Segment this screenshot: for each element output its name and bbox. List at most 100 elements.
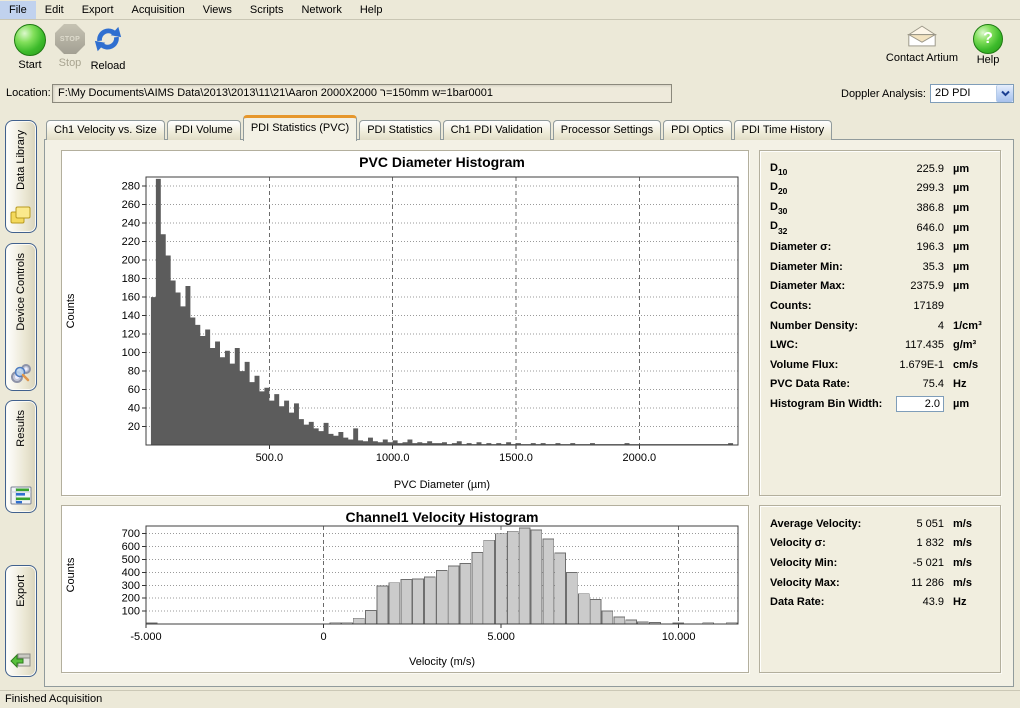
- svg-text:160: 160: [122, 292, 140, 304]
- stat-unit: cm/s: [944, 359, 990, 371]
- stat-value: 299.3: [884, 182, 944, 194]
- stat-label: LWC:: [770, 339, 884, 351]
- stat-label: D30: [770, 201, 884, 215]
- stat-unit: Hz: [944, 596, 990, 608]
- stat-label: Histogram Bin Width:: [770, 398, 896, 410]
- stat-unit: m/s: [944, 518, 990, 530]
- chevron-down-icon[interactable]: [996, 85, 1013, 102]
- stat-label: D32: [770, 220, 884, 234]
- svg-text:100: 100: [122, 347, 140, 359]
- menu-help[interactable]: Help: [351, 1, 392, 19]
- location-label: Location:: [6, 87, 51, 99]
- stat-value: 2375.9: [884, 280, 944, 292]
- stat-unit: Hz: [944, 378, 990, 390]
- tab-pdi-statistics[interactable]: PDI Statistics: [359, 120, 440, 140]
- velocity-stat-row: Average Velocity:5 051m/s: [770, 514, 990, 534]
- svg-text:Velocity (m/s): Velocity (m/s): [409, 656, 475, 668]
- svg-text:400: 400: [122, 567, 140, 579]
- stat-value: 386.8: [884, 202, 944, 214]
- stat-label: PVC Data Rate:: [770, 378, 884, 390]
- tab-processor-settings[interactable]: Processor Settings: [553, 120, 661, 140]
- menu-network[interactable]: Network: [292, 1, 350, 19]
- doppler-analysis-label: Doppler Analysis:: [841, 88, 926, 100]
- sidebar-item-export[interactable]: Export: [5, 565, 37, 677]
- stat-value: 646.0: [884, 222, 944, 234]
- svg-text:10.000: 10.000: [662, 631, 696, 643]
- svg-text:700: 700: [122, 528, 140, 540]
- svg-text:Channel1 Velocity Histogram: Channel1 Velocity Histogram: [346, 509, 539, 525]
- stat-label: Data Rate:: [770, 596, 884, 608]
- sidebar-item-device-controls[interactable]: Device Controls: [5, 243, 37, 391]
- export-icon: [9, 647, 33, 671]
- stat-unit: m/s: [944, 577, 990, 589]
- svg-text:260: 260: [122, 199, 140, 211]
- velocity-statistics-panel: Average Velocity:5 051m/sVelocity σ:1 83…: [759, 505, 1001, 673]
- diameter-stat-row: D32646.0µm: [770, 218, 990, 238]
- stat-unit: g/m³: [944, 339, 990, 351]
- stat-value: 196.3: [884, 241, 944, 253]
- svg-text:PVC Diameter Histogram: PVC Diameter Histogram: [359, 154, 525, 170]
- svg-text:60: 60: [128, 384, 140, 396]
- doppler-analysis-combobox[interactable]: 2D PDI: [930, 84, 1014, 103]
- location-field[interactable]: F:\My Documents\AIMS Data\2013\2013\11\2…: [52, 84, 672, 103]
- velocity-histogram-panel: 100200300400500600700-5.00005.00010.000C…: [61, 505, 749, 673]
- svg-text:-5.000: -5.000: [130, 631, 161, 643]
- stat-value: 1 832: [884, 537, 944, 549]
- diameter-stat-row: PVC Data Rate:75.4Hz: [770, 375, 990, 395]
- menu-acquisition[interactable]: Acquisition: [123, 1, 194, 19]
- folders-icon: [9, 203, 33, 227]
- sidebar-item-label: Data Library: [15, 130, 27, 190]
- contact-artium-button[interactable]: Contact Artium: [882, 24, 962, 64]
- svg-text:300: 300: [122, 580, 140, 592]
- doppler-analysis: Doppler Analysis: 2D PDI: [841, 84, 1014, 103]
- diameter-stat-row: D20299.3µm: [770, 179, 990, 199]
- start-label: Start: [18, 59, 41, 71]
- menu-views[interactable]: Views: [194, 1, 241, 19]
- stat-unit: µm: [944, 398, 990, 410]
- stat-unit: 1/cm³: [944, 320, 990, 332]
- stat-value: 1.679E-1: [884, 359, 944, 371]
- help-label: Help: [977, 54, 1000, 66]
- sidebar-item-label: Results: [15, 410, 27, 447]
- histogram-bin-width-input[interactable]: [896, 396, 944, 412]
- svg-text:200: 200: [122, 593, 140, 605]
- svg-text:500.0: 500.0: [256, 452, 284, 464]
- svg-text:100: 100: [122, 606, 140, 618]
- contact-artium-label: Contact Artium: [886, 52, 958, 64]
- stat-unit: µm: [944, 261, 990, 273]
- diameter-stat-row: Diameter Max:2375.9µm: [770, 277, 990, 297]
- tab-pdi-optics[interactable]: PDI Optics: [663, 120, 732, 140]
- tab-ch1-velocity-vs-size[interactable]: Ch1 Velocity vs. Size: [46, 120, 165, 140]
- svg-text:200: 200: [122, 255, 140, 267]
- menu-file[interactable]: File: [0, 1, 36, 19]
- svg-text:120: 120: [122, 329, 140, 341]
- svg-text:80: 80: [128, 366, 140, 378]
- stat-label: D10: [770, 162, 884, 176]
- stop-label: Stop: [59, 57, 82, 69]
- stat-value: 35.3: [884, 261, 944, 273]
- svg-text:220: 220: [122, 236, 140, 248]
- tab-pdi-volume[interactable]: PDI Volume: [167, 120, 241, 140]
- tab-strip: Ch1 Velocity vs. SizePDI VolumePDI Stati…: [46, 116, 832, 140]
- diameter-stat-row: Counts:17189: [770, 296, 990, 316]
- svg-text:500: 500: [122, 554, 140, 566]
- svg-text:2000.0: 2000.0: [623, 452, 657, 464]
- stat-value: 75.4: [884, 378, 944, 390]
- status-bar: Finished Acquisition: [0, 690, 1020, 708]
- help-button[interactable]: ? Help: [970, 24, 1006, 66]
- menu-scripts[interactable]: Scripts: [241, 1, 293, 19]
- velocity-histogram-chart: 100200300400500600700-5.00005.00010.000C…: [62, 506, 746, 670]
- sidebar-item-data-library[interactable]: Data Library: [5, 120, 37, 233]
- menu-edit[interactable]: Edit: [36, 1, 73, 19]
- tab-ch1-pdi-validation[interactable]: Ch1 PDI Validation: [443, 120, 551, 140]
- svg-text:240: 240: [122, 218, 140, 230]
- sidebar-item-results[interactable]: Results: [5, 400, 37, 513]
- reload-button[interactable]: Reload: [80, 24, 136, 72]
- tab-pdi-statistics-pvc[interactable]: PDI Statistics (PVC): [243, 115, 357, 141]
- pvc-diameter-histogram-panel: 2040608010012014016018020022024026028050…: [61, 150, 749, 496]
- tab-pdi-time-history[interactable]: PDI Time History: [734, 120, 833, 140]
- svg-text:40: 40: [128, 403, 140, 415]
- stat-value: 17189: [884, 300, 944, 312]
- menu-export[interactable]: Export: [73, 1, 123, 19]
- stat-value: -5 021: [884, 557, 944, 569]
